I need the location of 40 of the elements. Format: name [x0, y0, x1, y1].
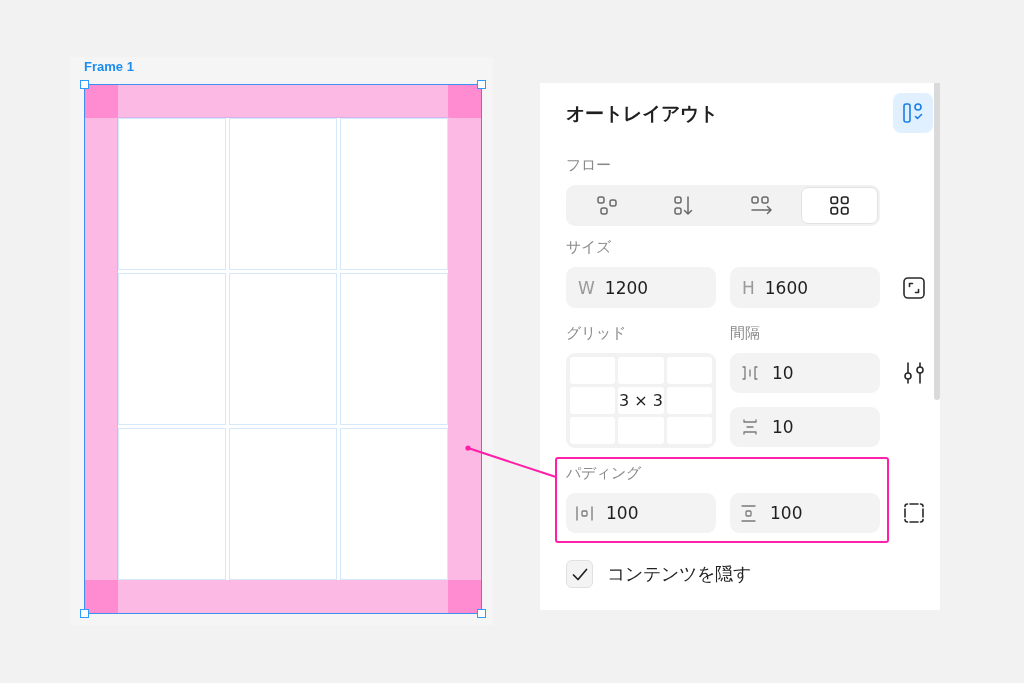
grid-label: グリッド — [566, 324, 627, 342]
auto-layout-toggle[interactable] — [893, 93, 933, 133]
resize-handle[interactable] — [80, 609, 89, 618]
checkmark-icon — [571, 567, 588, 581]
grid-size-picker[interactable]: 3 × 3 — [566, 353, 716, 448]
resize-handle[interactable] — [477, 80, 486, 89]
size-input[interactable]: H 1600 — [730, 267, 880, 308]
resize-icon[interactable] — [903, 276, 925, 299]
flow-label: フロー — [566, 156, 611, 174]
spacing-input[interactable]: 10 — [730, 353, 880, 393]
dashed-square-icon[interactable] — [903, 502, 925, 524]
spacing-label: 間隔 — [730, 324, 760, 342]
padding-input[interactable]: 100 — [566, 493, 716, 533]
scattered-squares-icon — [596, 196, 617, 215]
size-label: サイズ — [566, 238, 611, 256]
padding-corner — [85, 580, 118, 613]
hide-contents-checkbox[interactable] — [566, 560, 593, 588]
sliders-icon[interactable] — [903, 362, 925, 384]
checkbox-label: コンテンツを隠す — [607, 562, 751, 586]
scrollbar-thumb[interactable] — [934, 83, 940, 400]
padding-label: パディング — [566, 464, 641, 482]
vertical-flow-icon — [674, 195, 695, 216]
spacing-input[interactable]: 10 — [730, 407, 880, 447]
vertical-padding-icon — [740, 504, 757, 522]
padding-corner — [448, 580, 481, 613]
auto-layout-icon — [903, 102, 923, 124]
horizontal-flow-icon — [751, 196, 773, 215]
frame-name-label: Frame 1 — [84, 59, 134, 75]
panel-title: オートレイアウト — [566, 101, 718, 126]
vertical-gap-icon — [742, 419, 758, 435]
resize-handle[interactable] — [477, 609, 486, 618]
grid-icon — [829, 196, 849, 215]
size-input[interactable]: W 1200 — [566, 267, 716, 308]
padding-corner — [85, 85, 118, 118]
padding-corner — [448, 85, 481, 118]
horizontal-gap-icon — [742, 365, 758, 381]
horizontal-padding-icon — [576, 504, 593, 522]
resize-handle[interactable] — [80, 80, 89, 89]
flow-option-button[interactable] — [800, 187, 878, 224]
padding-input[interactable]: 100 — [730, 493, 880, 533]
